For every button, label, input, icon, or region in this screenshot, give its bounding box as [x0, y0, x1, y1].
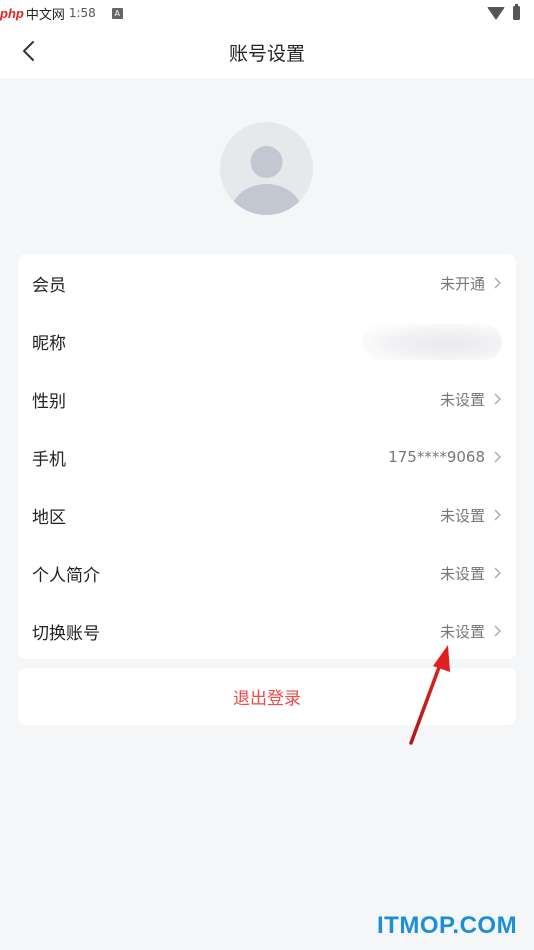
- row-label: 地区: [32, 507, 66, 528]
- settings-card: 会员 未开通 昵称 性别 未设置 手机 175****9068 地区 未设置 个…: [18, 254, 516, 659]
- row-value: 未开通: [439, 274, 485, 293]
- status-time: 1:58: [68, 6, 96, 20]
- battery-icon: [513, 4, 520, 20]
- chevron-right-icon: [494, 625, 501, 637]
- user-silhouette-icon: [220, 122, 313, 215]
- status-icons: [487, 4, 520, 20]
- chevron-right-icon: [494, 451, 501, 463]
- notification-icon: A: [111, 7, 123, 19]
- chevron-right-icon: [494, 567, 501, 579]
- row-value: 未设置: [439, 390, 485, 409]
- row-gender[interactable]: 性别 未设置: [18, 370, 516, 428]
- row-region[interactable]: 地区 未设置: [18, 486, 516, 544]
- chevron-right-icon: [494, 393, 501, 405]
- watermark-text: 中文网: [25, 7, 65, 23]
- chevron-right-icon: [494, 277, 501, 289]
- chevron-left-icon[interactable]: [18, 39, 42, 63]
- watermark-brand: php: [0, 5, 24, 21]
- row-label: 昵称: [32, 333, 66, 354]
- wifi-icon: [487, 6, 505, 20]
- nav-bar: 账号设置: [0, 26, 534, 78]
- row-value: 未设置: [439, 506, 485, 525]
- row-label: 切换账号: [32, 623, 100, 644]
- row-label: 会员: [32, 275, 66, 296]
- row-nickname[interactable]: 昵称: [18, 312, 516, 370]
- row-label: 手机: [32, 449, 66, 470]
- row-value: 未设置: [439, 564, 485, 583]
- row-label: 个人简介: [32, 565, 100, 586]
- chevron-right-icon: [494, 509, 501, 521]
- row-label: 性别: [32, 391, 66, 412]
- logout-label: 退出登录: [233, 689, 301, 709]
- row-membership[interactable]: 会员 未开通: [18, 254, 516, 312]
- annotation-arrow-icon: [409, 645, 450, 745]
- row-value: 175****9068: [388, 448, 485, 466]
- row-bio[interactable]: 个人简介 未设置: [18, 544, 516, 602]
- row-phone[interactable]: 手机 175****9068: [18, 428, 516, 486]
- row-value: 未设置: [439, 622, 485, 641]
- watermark-top: php 中文网 1:58 A: [0, 4, 123, 23]
- status-bar: php 中文网 1:58 A: [0, 0, 534, 26]
- blurred-nickname: [362, 324, 502, 360]
- page-title: 账号设置: [228, 42, 305, 65]
- avatar[interactable]: [220, 122, 313, 215]
- watermark-bottom: ITMOP.COM: [377, 912, 518, 939]
